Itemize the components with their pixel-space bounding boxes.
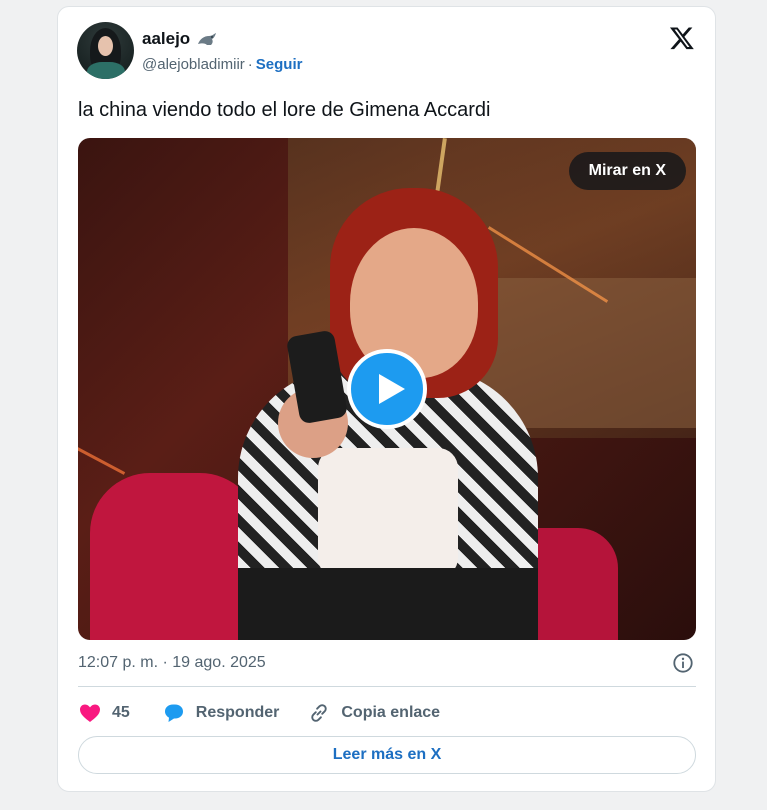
tweet-timestamp[interactable]: 12:07 p. m. · 19 ago. 2025 [78,654,266,672]
divider [78,686,696,687]
play-button[interactable] [347,349,427,429]
handle-row: @alejobladimiir · Seguir [142,56,302,73]
info-icon[interactable] [672,652,694,674]
play-icon [379,374,405,404]
heart-icon [80,704,100,722]
tweet-card: aalejo @alejobladimiir · Seguir la china v… [57,6,716,792]
like-count: 45 [112,704,130,721]
x-logo-icon[interactable] [669,25,695,51]
video-chair [90,473,260,640]
watch-on-x-button[interactable]: Mirar en X [568,152,686,190]
action-bar: 45 Responder Copia enlace [78,700,440,726]
separator-dot: · [247,56,253,73]
like-button[interactable]: 45 [78,701,130,725]
video-person-shirt [318,448,458,578]
display-name[interactable]: aalejo [142,29,190,49]
avatar-face [98,36,113,56]
seal-icon [198,33,217,45]
reply-button[interactable]: Responder [162,701,280,725]
follow-button[interactable]: Seguir [256,56,303,73]
link-icon [311,704,328,722]
avatar[interactable] [77,22,134,79]
read-more-button[interactable]: Leer más en X [78,736,696,774]
reply-label: Responder [195,704,280,721]
user-handle[interactable]: @alejobladimiir [142,56,245,73]
user-name-row[interactable]: aalejo [142,29,218,49]
video-person-skirt [238,568,538,640]
video-media[interactable]: Mirar en X [78,138,696,640]
avatar-shirt [87,62,125,79]
copy-link-label: Copia enlace [341,704,441,721]
speech-bubble-icon [164,704,183,722]
copy-link-button[interactable]: Copia enlace [307,701,440,725]
video-light-streak [78,444,126,475]
tweet-text: la china viendo todo el lore de Gimena A… [78,99,491,121]
